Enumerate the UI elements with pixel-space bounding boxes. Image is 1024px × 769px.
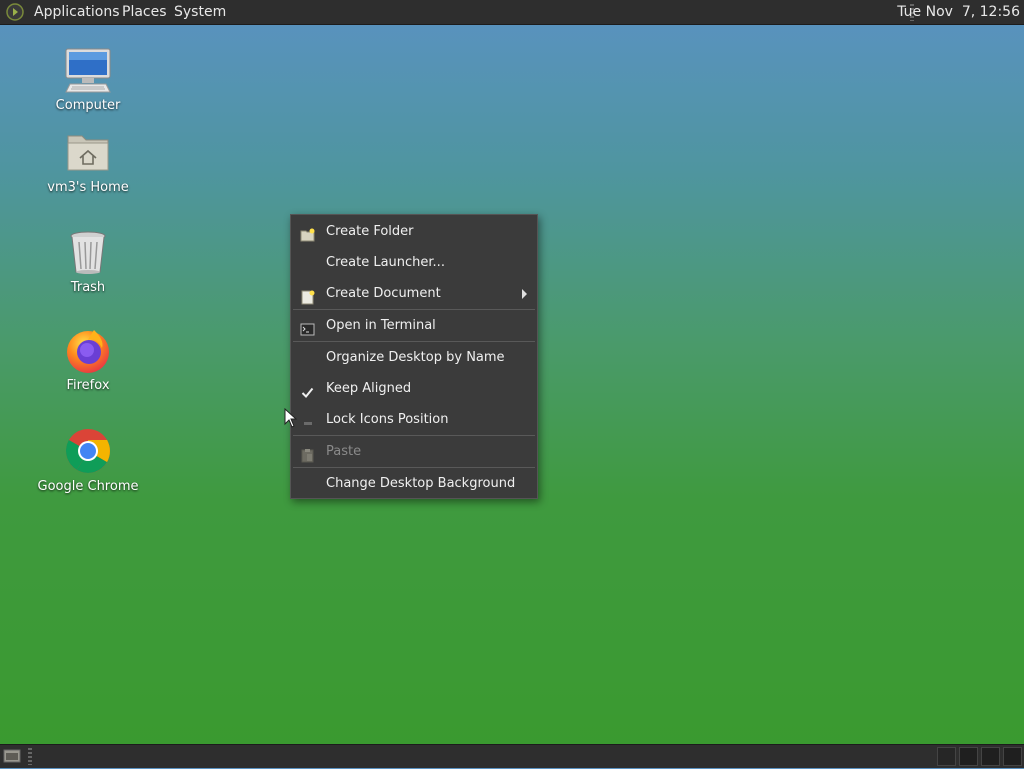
system-menu[interactable]: System [169, 0, 231, 25]
trash-icon [64, 228, 112, 276]
document-new-icon [300, 286, 315, 305]
menu-item-create-document[interactable]: Create Document [291, 278, 537, 309]
desktop-icon-firefox[interactable]: Firefox [28, 326, 148, 393]
desktop-icon-computer[interactable]: Computer [28, 46, 148, 113]
unchecked-dash-icon [300, 412, 315, 427]
workspace-3[interactable] [981, 747, 1000, 766]
chrome-icon [64, 427, 112, 475]
desktop-icon-label: Google Chrome [37, 479, 139, 494]
desktop-icon-chrome[interactable]: Google Chrome [28, 427, 148, 494]
desktop-icon-label: vm3's Home [47, 180, 129, 195]
applications-menu[interactable]: Applications [29, 0, 125, 25]
distro-logo-icon[interactable] [6, 3, 24, 21]
desktop-icon-label: Trash [70, 280, 106, 295]
home-folder-icon [64, 128, 112, 176]
show-desktop-icon[interactable] [3, 748, 21, 764]
menu-item-open-terminal[interactable]: Open in Terminal [291, 310, 537, 341]
menu-item-lock-icons-position[interactable]: Lock Icons Position [291, 404, 537, 435]
paste-icon [300, 444, 315, 463]
panel-handle[interactable] [28, 748, 32, 765]
workspace-switcher[interactable] [937, 745, 1024, 769]
menu-item-paste: Paste [291, 436, 537, 467]
menu-item-create-launcher[interactable]: Create Launcher... [291, 247, 537, 278]
terminal-icon [300, 318, 315, 336]
desktop-icon-home[interactable]: vm3's Home [28, 128, 148, 195]
menu-item-create-folder[interactable]: Create Folder [291, 216, 537, 247]
folder-new-icon [300, 224, 315, 242]
desktop-icon-label: Firefox [66, 378, 110, 393]
menu-item-change-background[interactable]: Change Desktop Background [291, 468, 537, 499]
computer-icon [64, 46, 112, 94]
checkmark-icon [300, 381, 315, 398]
firefox-icon [64, 326, 112, 374]
menu-item-keep-aligned[interactable]: Keep Aligned [291, 373, 537, 404]
desktop-icon-label: Computer [55, 98, 121, 113]
desktop-context-menu: Create Folder Create Launcher... Create … [290, 214, 538, 499]
workspace-4[interactable] [1003, 747, 1022, 766]
menu-item-organize-by-name[interactable]: Organize Desktop by Name [291, 342, 537, 373]
top-panel: Applications Places System Tue Nov 7, 12… [0, 0, 1024, 25]
places-menu[interactable]: Places [117, 0, 172, 25]
bottom-panel [0, 744, 1024, 768]
submenu-arrow-icon [522, 289, 527, 299]
workspace-2[interactable] [959, 747, 978, 766]
clock[interactable]: Tue Nov 7, 12:56 [897, 0, 1020, 25]
desktop-icon-trash[interactable]: Trash [28, 228, 148, 295]
workspace-1[interactable] [937, 747, 956, 766]
